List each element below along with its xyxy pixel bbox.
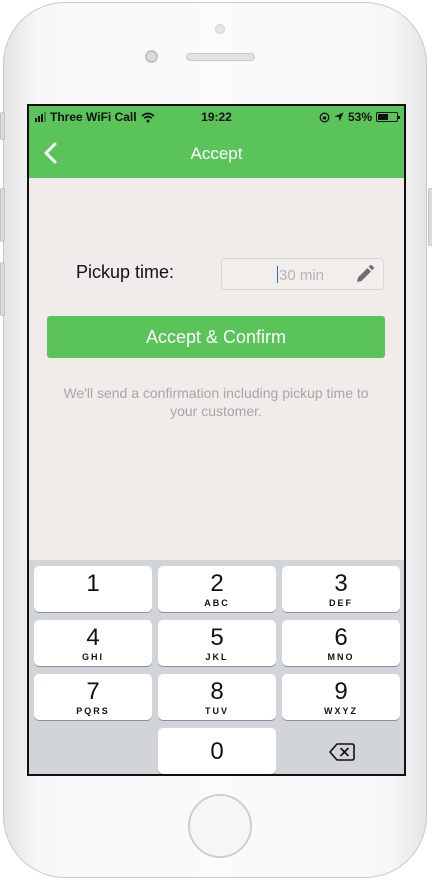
battery-icon: [376, 112, 400, 122]
pickup-time-label: Pickup time:: [76, 262, 175, 282]
location-arrow-icon: [334, 112, 344, 122]
navigation-bar: Accept: [29, 128, 404, 178]
volume-up-button: [0, 188, 5, 242]
key-digit: 4: [86, 624, 100, 651]
orientation-lock-icon: [319, 112, 330, 122]
confirmation-info-text: We'll send a confirmation including pick…: [63, 385, 369, 419]
key-letters: ABC: [204, 598, 230, 608]
key-letters: TUV: [205, 706, 229, 716]
key-digit: 9: [334, 678, 348, 705]
key-digit: 3: [334, 570, 348, 597]
key-0[interactable]: 0: [158, 728, 276, 774]
home-button[interactable]: [188, 794, 252, 858]
earpiece-speaker: [186, 53, 255, 61]
sensor-dot: [215, 24, 225, 34]
pickup-time-input[interactable]: [279, 265, 349, 285]
key-4[interactable]: 4 GHI: [34, 620, 152, 666]
status-right: 53%: [319, 110, 400, 124]
key-digit: 1: [86, 570, 100, 597]
key-3[interactable]: 3 DEF: [282, 566, 400, 612]
phone-screen: Three WiFi Call 19:22 53% Accept Pickup …: [27, 104, 406, 776]
key-7[interactable]: 7 PQRS: [34, 674, 152, 720]
key-letters: PQRS: [76, 706, 110, 716]
key-digit: 8: [210, 678, 224, 705]
accept-confirm-button[interactable]: Accept & Confirm: [47, 316, 385, 358]
volume-down-button: [0, 262, 5, 316]
key-digit: 6: [334, 624, 348, 651]
key-digit: 2: [210, 570, 224, 597]
power-button: [428, 188, 432, 246]
key-6[interactable]: 6 MNO: [282, 620, 400, 666]
key-2[interactable]: 2 ABC: [158, 566, 276, 612]
key-9[interactable]: 9 WXYZ: [282, 674, 400, 720]
backspace-icon[interactable]: [329, 742, 355, 762]
key-letters: MNO: [327, 652, 355, 662]
text-cursor: [277, 266, 278, 283]
pencil-icon[interactable]: [353, 264, 375, 286]
page-title: Accept: [190, 144, 243, 163]
mute-switch: [0, 112, 5, 140]
numeric-keypad: 1 2 ABC 3 DEF 4 GHI 5 JKL 6 MNO 7 PQRS 8…: [29, 560, 404, 774]
pickup-time-field[interactable]: [221, 258, 384, 290]
key-digit: 5: [210, 624, 224, 651]
key-letters: GHI: [81, 652, 104, 662]
key-digit: 0: [210, 738, 224, 765]
key-letters: DEF: [329, 598, 353, 608]
key-letters: JKL: [205, 652, 229, 662]
key-1[interactable]: 1: [34, 566, 152, 612]
key-8[interactable]: 8 TUV: [158, 674, 276, 720]
battery-percent: 53%: [347, 110, 372, 124]
app-screen: Three WiFi Call 19:22 53% Accept Pickup …: [29, 106, 404, 774]
key-5[interactable]: 5 JKL: [158, 620, 276, 666]
key-letters: WXYZ: [324, 706, 358, 716]
key-digit: 7: [86, 678, 100, 705]
status-bar: Three WiFi Call 19:22 53%: [29, 106, 404, 128]
front-camera: [145, 50, 158, 63]
